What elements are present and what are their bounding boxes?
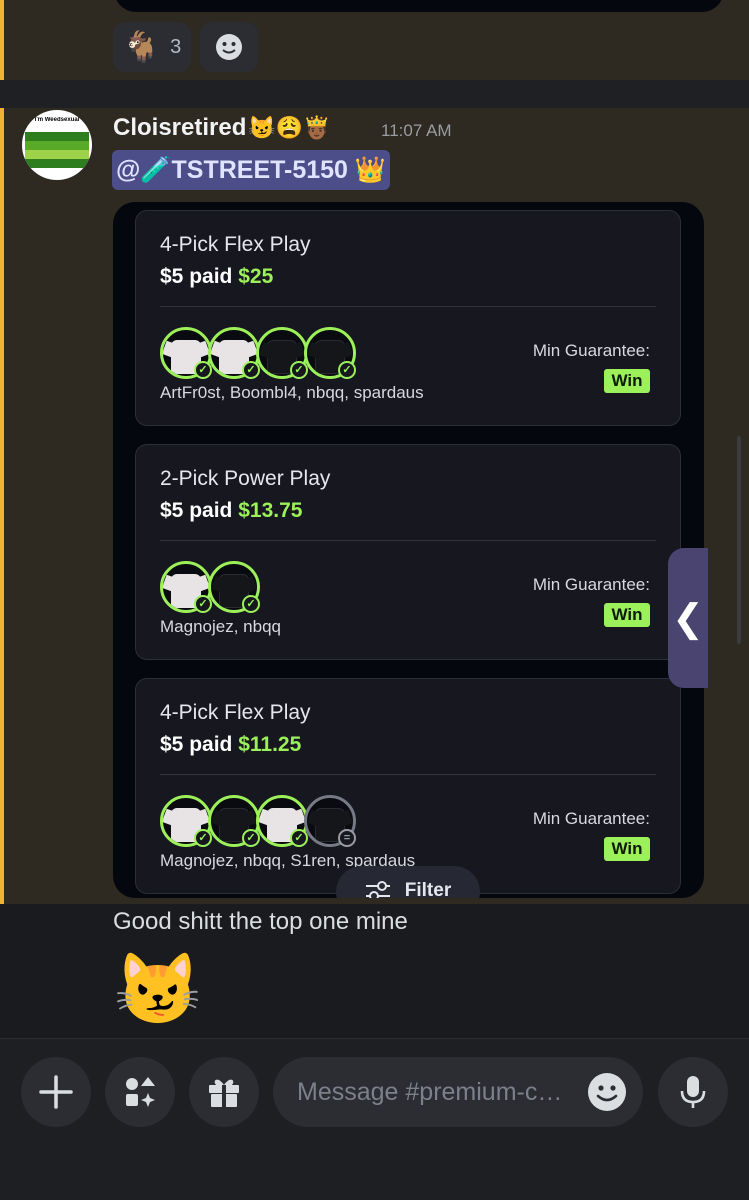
entry-card[interactable]: 4-Pick Flex Play $5 paid $25 ✓ ✓ ✓ ✓ ArtFr0… — [135, 210, 681, 426]
gift-icon — [209, 1079, 239, 1107]
entry-won: $13.75 — [238, 499, 303, 522]
emoji-button[interactable] — [586, 1071, 628, 1113]
filter-button[interactable]: Filter — [336, 866, 480, 898]
plus-icon — [39, 1075, 73, 1109]
mic-icon — [680, 1076, 706, 1108]
min-guarantee-label: Min Guarantee: — [532, 575, 650, 594]
add-reaction-icon — [216, 34, 242, 60]
check-icon: ✓ — [194, 595, 212, 613]
check-icon: ✓ — [290, 829, 308, 847]
entry-paid: $5 paid — [160, 499, 233, 522]
result-badge: Win — [604, 369, 650, 393]
chat-screen: 🐐 3 I'm Weedsexual Cloisretired😼😩🤴🏾 11:0… — [0, 0, 749, 1200]
big-emoji: 😼 — [114, 950, 202, 1028]
min-guarantee-label: Min Guarantee: — [532, 809, 650, 828]
chevron-left-icon: ❮ — [672, 597, 704, 640]
message-timestamp: 11:07 AM — [381, 121, 452, 140]
voice-message-button[interactable] — [658, 1057, 728, 1127]
avatar-stripe — [25, 159, 89, 168]
goat-emoji: 🐐 — [122, 30, 161, 64]
check-icon: ✓ — [194, 361, 212, 379]
emoji-icon — [588, 1073, 626, 1111]
check-icon: ✓ — [242, 595, 260, 613]
apps-button[interactable] — [105, 1057, 175, 1127]
mention-bar — [0, 108, 4, 904]
entry-won: $11.25 — [238, 733, 302, 756]
entry-player-names: ArtFr0st, Boombl4, nbqq, spardaus — [160, 383, 424, 402]
side-panel-handle[interactable]: ❮ — [668, 548, 708, 688]
gift-button[interactable] — [189, 1057, 259, 1127]
entry-payout: $5 paid $25 — [160, 265, 273, 289]
result-badge: Win — [604, 603, 650, 627]
entry-title: 4-Pick Flex Play — [160, 701, 311, 724]
entry-player-names: Magnojez, nbqq — [160, 617, 281, 636]
message-author[interactable]: Cloisretired😼😩🤴🏾 — [113, 114, 331, 142]
entry-divider — [160, 540, 656, 541]
entry-title: 4-Pick Flex Play — [160, 233, 311, 256]
entry-paid: $5 paid — [160, 265, 233, 288]
min-guarantee-label: Min Guarantee: — [532, 341, 650, 360]
entry-title: 2-Pick Power Play — [160, 467, 331, 490]
message-text: Good shitt the top one mine — [113, 908, 408, 935]
entry-paid: $5 paid — [160, 733, 233, 756]
reaction-count: 3 — [170, 35, 182, 58]
avatar-caption: I'm Weedsexual — [34, 117, 80, 123]
avatar-stripe — [25, 150, 89, 159]
previous-message-highlight: 🐐 3 — [0, 0, 749, 80]
pending-icon: = — [338, 829, 356, 847]
embedded-screenshot[interactable]: 4-Pick Flex Play $5 paid $25 ✓ ✓ ✓ ✓ ArtFr0… — [113, 202, 704, 898]
message-composer — [0, 1038, 749, 1200]
apps-icon — [126, 1077, 155, 1107]
user-mention[interactable]: @🧪TSTREET-5150 👑 — [112, 150, 391, 190]
entry-divider — [160, 774, 656, 775]
avatar-stripe — [25, 132, 89, 141]
author-badges: 😼😩🤴🏾 — [248, 115, 331, 140]
filter-icon — [365, 881, 390, 898]
avatar-stripe — [25, 141, 89, 150]
entry-card[interactable]: 4-Pick Flex Play $5 paid $11.25 ✓ ✓ ✓ = Mag… — [135, 678, 681, 894]
mention-bar — [0, 0, 4, 80]
author-name: Cloisretired — [113, 114, 247, 141]
previous-embed — [114, 0, 724, 12]
check-icon: ✓ — [242, 829, 260, 847]
reaction-goat[interactable]: 🐐 3 — [113, 22, 191, 72]
result-badge: Win — [604, 837, 650, 861]
add-reaction-button[interactable] — [200, 22, 258, 72]
entry-payout: $5 paid $11.25 — [160, 733, 301, 757]
check-icon: ✓ — [194, 829, 212, 847]
check-icon: ✓ — [290, 361, 308, 379]
message-divider — [0, 80, 749, 108]
entry-divider — [160, 306, 656, 307]
add-attachment-button[interactable] — [21, 1057, 91, 1127]
check-icon: ✓ — [338, 361, 356, 379]
avatar[interactable]: I'm Weedsexual — [22, 110, 92, 180]
check-icon: ✓ — [242, 361, 260, 379]
entry-payout: $5 paid $13.75 — [160, 499, 302, 523]
scrollbar[interactable] — [737, 436, 741, 644]
filter-label: Filter — [404, 880, 452, 898]
entry-won: $25 — [238, 265, 274, 288]
entry-card[interactable]: 2-Pick Power Play $5 paid $13.75 ✓ ✓ Magn… — [135, 444, 681, 660]
